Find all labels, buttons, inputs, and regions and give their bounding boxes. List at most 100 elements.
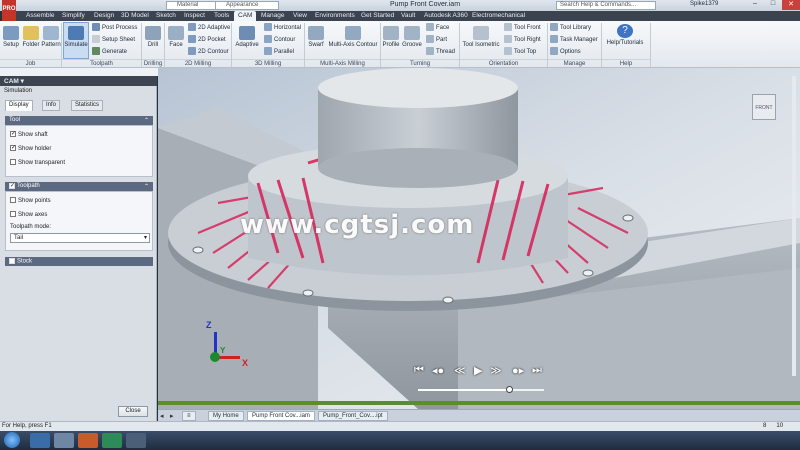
2d-pocket-button[interactable]: 2D Pocket — [188, 35, 226, 46]
tab-assemble[interactable]: Assemble — [22, 11, 59, 21]
pattern-button[interactable]: Pattern — [41, 26, 61, 48]
tab-environments[interactable]: Environments — [311, 11, 359, 21]
show-holder-checkbox[interactable]: ✓ Show holder — [10, 145, 51, 154]
tool-front-label: Tool Front — [514, 25, 541, 31]
navigation-bar[interactable] — [792, 76, 796, 376]
explorer-icon[interactable] — [54, 433, 74, 448]
tool-library-button[interactable]: Tool Library — [550, 23, 591, 34]
ie-icon[interactable] — [30, 433, 50, 448]
tab-menu-icon[interactable]: ≡ — [182, 411, 196, 421]
generate-button[interactable]: Generate — [92, 47, 127, 58]
tool-top-button[interactable]: Tool Top — [504, 47, 536, 58]
step-back-icon[interactable]: ◂● — [432, 364, 444, 377]
tab-sketch[interactable]: Sketch — [152, 11, 180, 21]
tab-statistics[interactable]: Statistics — [71, 100, 104, 111]
tab-get-started[interactable]: Get Started — [357, 11, 398, 21]
tab-tools[interactable]: Tools — [210, 11, 233, 21]
tab-design[interactable]: Design — [90, 11, 118, 21]
toolpath-mode-select[interactable]: Tail ▾ — [10, 233, 150, 243]
task-manager-button[interactable]: Task Manager — [550, 35, 598, 46]
profile-button[interactable]: Profile — [381, 26, 401, 48]
toolpath-checkbox[interactable]: ✓ — [9, 183, 15, 189]
show-shaft-checkbox[interactable]: ✓ Show shaft — [10, 131, 48, 140]
help-tutorials-button[interactable]: ? Help/Tutorials — [603, 24, 647, 46]
tab-simplify[interactable]: Simplify — [58, 11, 89, 21]
window-taskbar-icon[interactable] — [126, 433, 146, 448]
toolpath-section-header[interactable]: ✓ Toolpath ⌃ — [5, 182, 153, 191]
tab-electromechanical[interactable]: Electromechanical — [468, 11, 529, 21]
show-transparent-checkbox[interactable]: Show transparent — [10, 159, 65, 168]
maximize-icon[interactable]: □ — [764, 0, 782, 10]
tab-3d-model[interactable]: 3D Model — [117, 11, 153, 21]
step-forward-icon[interactable]: ●▸ — [512, 364, 524, 377]
tool-front-button[interactable]: Tool Front — [504, 23, 541, 34]
show-points-checkbox[interactable]: Show points — [10, 197, 51, 206]
horizontal-button[interactable]: Horizontal — [264, 23, 301, 34]
post-process-button[interactable]: Post Process — [92, 23, 137, 34]
tool-section-header[interactable]: Tool ⌃ — [5, 116, 153, 125]
setup-sheet-button[interactable]: Setup Sheet — [92, 35, 135, 46]
skip-end-icon[interactable]: ⏭ — [532, 364, 542, 377]
rewind-icon[interactable]: ≪ — [454, 364, 466, 377]
tab-cam[interactable]: CAM — [234, 11, 257, 21]
minimize-icon[interactable]: – — [746, 0, 764, 10]
skip-start-icon[interactable]: ⏮ — [414, 364, 424, 377]
2d-pocket-label: 2D Pocket — [198, 37, 226, 43]
tool-isometric-button[interactable]: Tool Isometric — [461, 26, 501, 48]
multi-axis-contour-button[interactable]: Multi-Axis Contour — [326, 26, 380, 48]
contour-button[interactable]: Contour — [264, 35, 295, 46]
tab-display[interactable]: Display — [5, 100, 33, 111]
tab-manage[interactable]: Manage — [257, 11, 289, 21]
doc-tab-my-home[interactable]: My Home — [208, 411, 244, 421]
thread-button[interactable]: Thread — [426, 47, 455, 58]
tool-right-button[interactable]: Tool Right — [504, 35, 541, 46]
tab-vault[interactable]: Vault — [397, 11, 419, 21]
options-button[interactable]: Options — [550, 47, 581, 58]
drill-button[interactable]: Drill — [143, 26, 163, 48]
parallel-button[interactable]: Parallel — [264, 47, 294, 58]
adaptive-button[interactable]: Adaptive — [234, 26, 260, 48]
tab-view[interactable]: View — [289, 11, 311, 21]
fast-forward-icon[interactable]: ≫ — [490, 364, 502, 377]
app-taskbar-icon[interactable] — [102, 433, 122, 448]
simulate-button[interactable]: Simulate — [63, 22, 89, 59]
part-button[interactable]: Part — [426, 35, 447, 46]
status-counts: 8 10 — [763, 423, 783, 429]
doc-tab-part[interactable]: Pump_Front_Cov....ipt — [318, 411, 388, 421]
2d-contour-button[interactable]: 2D Contour — [188, 47, 229, 58]
tab-autodesk-a360[interactable]: Autodesk A360 — [420, 11, 472, 21]
2d-adaptive-button[interactable]: 2D Adaptive — [188, 23, 230, 34]
playback-slider-track[interactable] — [418, 386, 544, 393]
turning-face-button[interactable]: Face — [426, 23, 449, 34]
tab-scroll-right-icon[interactable]: ▸ — [170, 412, 174, 420]
folder-button[interactable]: Folder — [20, 26, 42, 48]
collapse-icon[interactable]: ⌃ — [144, 183, 149, 190]
search-input[interactable]: Search Help & Commands... — [556, 1, 656, 10]
doc-tab-assembly[interactable]: Pump Front Cov...iam — [247, 411, 315, 421]
start-icon[interactable] — [4, 432, 20, 448]
tab-scroll-left-icon[interactable]: ◂ — [160, 412, 164, 420]
stock-checkbox[interactable] — [9, 258, 15, 264]
appearance-dropdown[interactable]: Appearance — [215, 1, 279, 10]
setup-button[interactable]: Setup — [2, 26, 20, 48]
turning-face-icon — [426, 23, 434, 32]
show-axes-checkbox[interactable]: Show axes — [10, 211, 47, 220]
tab-inspect[interactable]: Inspect — [180, 11, 209, 21]
browser-header[interactable]: CAM ▾ — [0, 76, 157, 86]
playback-slider-handle[interactable] — [505, 386, 513, 393]
user-name[interactable]: Spike1379 — [690, 1, 718, 7]
stock-section-header[interactable]: Stock — [5, 257, 153, 266]
2d-adaptive-label: 2D Adaptive — [198, 25, 231, 31]
swarf-button[interactable]: Swarf — [306, 26, 326, 48]
view-cube[interactable]: FRONT — [752, 94, 776, 120]
play-icon[interactable]: ▶ — [474, 364, 482, 377]
tab-info[interactable]: Info — [42, 100, 61, 111]
task-manager-icon — [550, 35, 558, 44]
close-icon[interactable]: ✕ — [782, 0, 800, 10]
inventor-taskbar-icon[interactable] — [78, 433, 98, 448]
collapse-icon[interactable]: ⌃ — [144, 117, 149, 124]
groove-button[interactable]: Groove — [401, 26, 423, 48]
face-button[interactable]: Face — [167, 26, 185, 48]
close-button[interactable]: Close — [118, 406, 148, 417]
app-logo[interactable]: PRO — [2, 0, 16, 21]
